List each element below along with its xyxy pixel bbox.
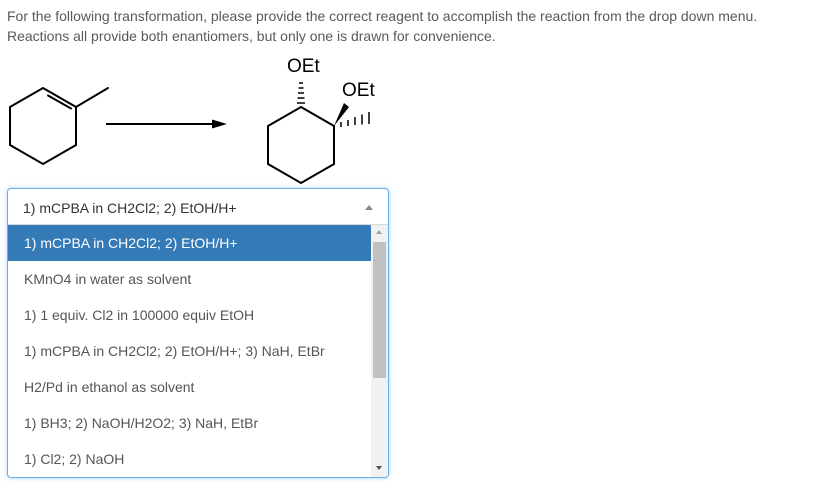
scroll-up-arrow-icon[interactable] xyxy=(376,230,382,234)
reagent-option[interactable]: 1) mCPBA in CH2Cl2; 2) EtOH/H+; 3) NaH, … xyxy=(8,333,371,369)
reaction-scheme-drawing: OEt OEt xyxy=(9,56,375,185)
reagent-options-list[interactable]: 1) mCPBA in CH2Cl2; 2) EtOH/H+ KMnO4 in w… xyxy=(8,225,371,477)
hashed-bond-top xyxy=(297,82,305,104)
scroll-down-arrow-icon[interactable] xyxy=(376,466,382,470)
question-line-2: Reactions all provide both enantiomers, … xyxy=(7,28,496,44)
reagent-option[interactable]: H2/Pd in ethanol as solvent xyxy=(8,369,371,405)
reaction-arrow xyxy=(106,119,227,129)
reagent-option[interactable]: 1) mCPBA in CH2Cl2; 2) EtOH/H+ xyxy=(8,225,371,261)
reactant-structure xyxy=(9,86,109,166)
product-oet-top: OEt xyxy=(287,56,320,77)
reaction-scheme: OEt OEt xyxy=(0,50,420,185)
dropdown-scrollbar[interactable] xyxy=(371,225,388,477)
question-text: For the following transformation, please… xyxy=(7,6,812,46)
reagent-option[interactable]: KMnO4 in water as solvent xyxy=(8,261,371,297)
hashed-bond-methyl xyxy=(340,112,370,127)
reagent-dropdown[interactable]: 1) mCPBA in CH2Cl2; 2) EtOH/H+ 1) mCPBA … xyxy=(7,188,389,478)
scrollbar-thumb[interactable] xyxy=(373,242,386,378)
reagent-option[interactable]: 1) 1 equiv. Cl2 in 100000 equiv EtOH xyxy=(8,297,371,333)
question-line-1: For the following transformation, please… xyxy=(7,8,758,24)
product-oet-right: OEt xyxy=(342,80,375,101)
reagent-dropdown-selected[interactable]: 1) mCPBA in CH2Cl2; 2) EtOH/H+ xyxy=(8,189,388,225)
caret-up-icon[interactable] xyxy=(365,205,373,210)
product-structure xyxy=(267,105,335,185)
reagent-option[interactable]: 1) BH3; 2) NaOH/H2O2; 3) NaH, EtBr xyxy=(8,405,371,441)
selected-reagent-text: 1) mCPBA in CH2Cl2; 2) EtOH/H+ xyxy=(23,200,237,216)
reagent-option[interactable]: 1) Cl2; 2) NaOH xyxy=(8,441,371,477)
